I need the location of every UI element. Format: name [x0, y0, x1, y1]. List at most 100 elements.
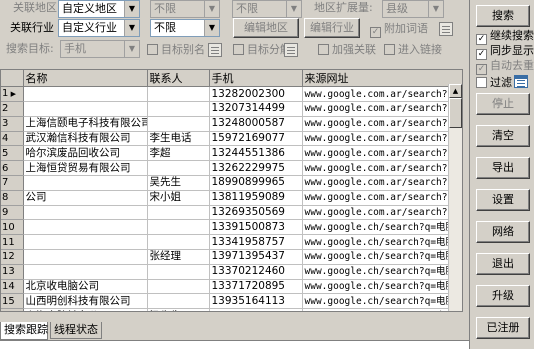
calendar-icon[interactable] [514, 75, 528, 88]
list-icon[interactable] [284, 43, 298, 57]
table-row[interactable]: 1 ▶ 13282002300 www.google.com.ar/search?q… [1, 86, 462, 102]
row-number[interactable]: 13 [1, 264, 24, 280]
cell-contact[interactable] [147, 116, 210, 132]
row-number[interactable]: 6 [1, 160, 24, 176]
cell-contact[interactable]: 李生电话 [147, 131, 210, 147]
cell-contact[interactable] [147, 293, 210, 310]
list-icon[interactable] [208, 43, 222, 57]
row-number[interactable]: 8 [1, 190, 24, 206]
scroll-thumb[interactable] [449, 98, 462, 128]
scroll-up-icon[interactable]: ▲ [449, 84, 462, 98]
cell-phone[interactable]: 13935164113 [209, 293, 303, 310]
enter-link-checkbox[interactable]: 进入链接 [384, 43, 442, 57]
row-number[interactable]: 3 [1, 116, 24, 132]
table-row[interactable]: 4 武汉瀚信科技有限公司 李生电话 15972169077 www.google.com… [1, 131, 462, 147]
cell-phone[interactable]: 13371720895 [209, 279, 303, 295]
continue-search-checkbox[interactable]: ✓ 继续搜索 [476, 29, 534, 45]
strict-link-checkbox[interactable]: 加强关联 [318, 43, 376, 57]
stop-button[interactable]: 停止 [476, 93, 530, 115]
column-header-phone[interactable]: 手机 [209, 70, 303, 87]
cell-contact[interactable]: 张经理 [147, 249, 210, 265]
industry-sub-select[interactable]: 不限 ▼ [150, 19, 220, 37]
filter-checkbox[interactable]: 过滤 [476, 76, 512, 90]
table-row[interactable]: 7 吴先生 18990899965 www.google.com.ar/search?… [1, 175, 462, 191]
row-number[interactable]: 10 [1, 219, 24, 236]
add-terms-checkbox[interactable]: ✓ 附加词语 [370, 22, 428, 38]
cell-name[interactable] [23, 101, 148, 117]
clear-button[interactable]: 清空 [476, 125, 530, 147]
cell-contact[interactable] [147, 86, 210, 102]
cell-source-url[interactable]: www.google.ch/search?q=电脑 [302, 293, 462, 310]
table-row[interactable]: 11 13341958757 www.google.ch/search?q=电脑 [1, 234, 462, 250]
cell-phone[interactable]: 13262229975 [209, 160, 303, 176]
cell-source-url[interactable]: www.google.ch/search?q=电脑 [302, 264, 462, 280]
target-split-checkbox[interactable]: 目标分解 [233, 43, 291, 57]
row-number[interactable]: 9 [1, 205, 24, 221]
cell-phone[interactable]: 18990899965 [209, 175, 303, 191]
row-number[interactable]: 1 ▶ [1, 86, 24, 102]
table-row[interactable]: 6 上海恒贷贸易有限公司 13262229975 www.google.com.ar/… [1, 160, 462, 176]
cell-source-url[interactable]: www.google.ch/search?q=电脑 [302, 249, 462, 265]
column-header-contact[interactable]: 联系人 [147, 70, 210, 87]
region-sub-select[interactable]: 不限 ▼ [150, 0, 220, 18]
row-number[interactable]: 12 [1, 249, 24, 265]
cell-source-url[interactable]: www.google.com.ar/search?q= [302, 190, 462, 206]
region-expand-select[interactable]: 县级 ▼ [382, 0, 444, 18]
row-number[interactable]: 2 [1, 101, 24, 117]
cell-name[interactable]: 武汉瀚信科技有限公司 [23, 131, 148, 147]
cell-name[interactable] [23, 234, 148, 250]
cell-name[interactable] [23, 219, 148, 236]
row-number[interactable]: 11 [1, 234, 24, 250]
cell-source-url[interactable]: www.google.com.ar/search?q= [302, 131, 462, 147]
grid-vertical-scrollbar[interactable]: ▲ [448, 84, 462, 311]
row-number[interactable]: 4 [1, 131, 24, 147]
cell-contact[interactable] [147, 279, 210, 295]
list-icon[interactable] [439, 22, 453, 36]
search-button[interactable]: 搜索 [476, 5, 530, 27]
edit-industry-button[interactable]: 编辑行业 [304, 18, 360, 38]
region-sub2-select[interactable]: 不限 ▼ [232, 0, 302, 18]
table-row[interactable]: 9 13269350569 www.google.com.ar/search?q= [1, 205, 462, 221]
cell-contact[interactable]: 李超 [147, 145, 210, 162]
cell-phone[interactable]: 13811959089 [209, 190, 303, 206]
table-row[interactable]: 10 13391500873 www.google.ch/search?q=电脑 [1, 219, 462, 236]
cell-phone[interactable]: 13370212460 [209, 264, 303, 280]
cell-phone[interactable]: 13282002300 [209, 86, 303, 102]
column-header-name[interactable]: 名称 [23, 70, 148, 87]
cell-contact[interactable] [147, 160, 210, 176]
cell-source-url[interactable]: www.google.ch/search?q=电脑 [302, 234, 462, 250]
cell-phone[interactable]: 15972169077 [209, 131, 303, 147]
table-row[interactable]: 14 北京收电脑公司 13371720895 www.google.ch/search… [1, 279, 462, 295]
cell-source-url[interactable]: www.google.com.ar/search?q= [302, 145, 462, 162]
table-row[interactable]: 2 13207314499 www.google.com.ar/search?q= [1, 101, 462, 117]
tab-thread-status[interactable]: 线程状态 [50, 322, 102, 339]
edit-region-button[interactable]: 编辑地区 [233, 18, 299, 38]
cell-contact[interactable] [147, 205, 210, 221]
cell-contact[interactable] [147, 234, 210, 250]
table-row[interactable]: 5 哈尔滨废品回收公司 李超 13244551386 www.google.com.ar… [1, 145, 462, 162]
cell-name[interactable]: 山西明创科技有限公司 [23, 293, 148, 310]
cell-contact[interactable] [147, 101, 210, 117]
tab-search-trace[interactable]: 搜索跟踪 [0, 322, 48, 340]
table-row[interactable]: 8 公司 宋小姐 13811959089 www.google.com.ar/searc… [1, 190, 462, 206]
cell-name[interactable]: 哈尔滨废品回收公司 [23, 145, 148, 162]
sync-display-checkbox[interactable]: ✓ 同步显示 [476, 44, 534, 60]
cell-phone[interactable]: 13244551386 [209, 145, 303, 162]
cell-phone[interactable]: 13207314499 [209, 101, 303, 117]
cell-phone[interactable]: 13391500873 [209, 219, 303, 236]
cell-source-url[interactable]: www.google.ch/search?q=电脑 [302, 279, 462, 295]
cell-name[interactable] [23, 86, 148, 102]
cell-source-url[interactable]: www.google.com.ar/search?q= [302, 160, 462, 176]
row-number[interactable]: 5 [1, 145, 24, 162]
results-grid[interactable]: 名称 联系人 手机 来源网址 1 ▶ 13282002300 www.google.… [0, 69, 463, 312]
upgrade-button[interactable]: 升级 [476, 285, 530, 307]
cell-name[interactable] [23, 249, 148, 265]
cell-phone[interactable]: 13971395437 [209, 249, 303, 265]
cell-name[interactable]: 公司 [23, 190, 148, 206]
column-header-source-url[interactable]: 来源网址 [302, 70, 462, 87]
cell-source-url[interactable]: www.google.com.ar/search?q= [302, 86, 462, 102]
cell-name[interactable]: 上海恒贷贸易有限公司 [23, 160, 148, 176]
cell-name[interactable]: 北京收电脑公司 [23, 279, 148, 295]
cell-phone[interactable]: 13269350569 [209, 205, 303, 221]
cell-phone[interactable]: 13341958757 [209, 234, 303, 250]
